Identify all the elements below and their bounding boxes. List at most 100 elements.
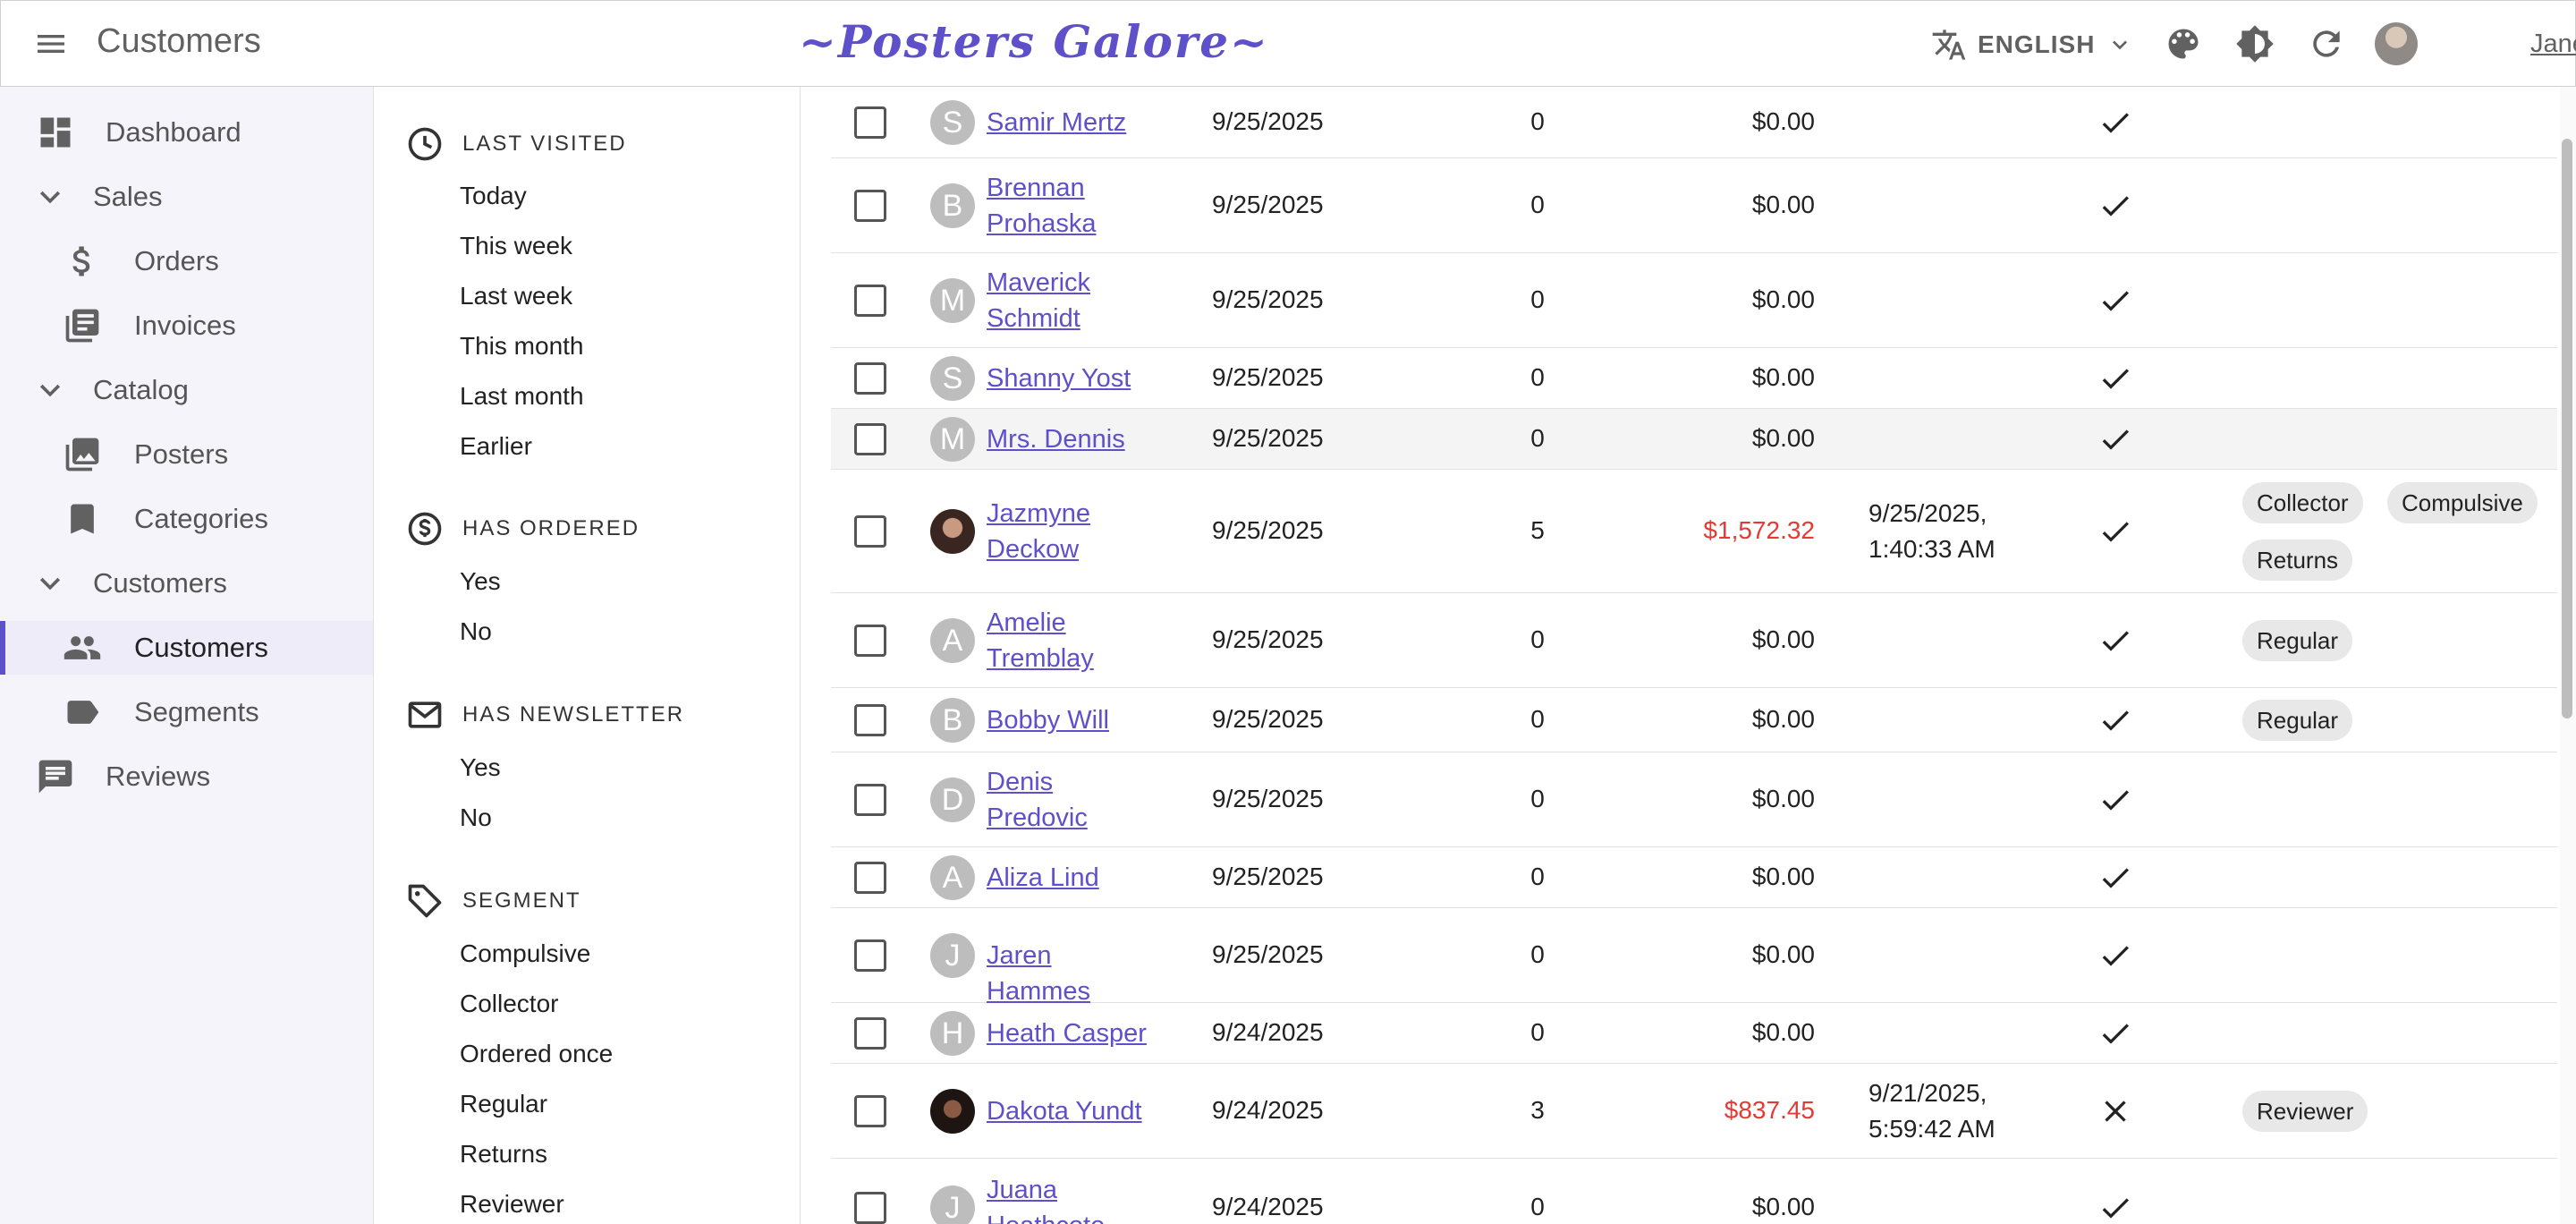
check-icon: [2097, 421, 2133, 457]
check-icon: [2097, 623, 2133, 659]
mail-icon: [405, 695, 445, 735]
toggle-dark-mode-button[interactable]: [2235, 24, 2275, 64]
table-row[interactable]: S Shanny Yost 9/25/2025 0 $0.00: [831, 348, 2557, 409]
filter-option-compulsive[interactable]: Compulsive: [460, 939, 590, 968]
sidebar-item-customers[interactable]: Customers: [0, 621, 373, 675]
row-checkbox[interactable]: [854, 1017, 886, 1050]
sidebar-item-label: Invoices: [134, 310, 236, 341]
language-selector[interactable]: ENGLISH: [1931, 24, 2134, 65]
table-row[interactable]: J Jaren Hammes 9/25/2025 0 $0.00: [831, 908, 2557, 1006]
table-row[interactable]: A Aliza Lind 9/25/2025 0 $0.00: [831, 847, 2557, 908]
user-menu[interactable]: Jane Doe: [2375, 19, 2576, 69]
sidebar-group-customers[interactable]: Customers: [0, 557, 373, 610]
menu-button[interactable]: [31, 26, 71, 62]
customer-name-link[interactable]: Jaren Hammes: [987, 938, 1148, 1009]
sidebar-group-catalog[interactable]: Catalog: [0, 363, 373, 417]
check-icon: [2097, 105, 2133, 140]
table-row[interactable]: M Mrs. Dennis 9/25/2025 0 $0.00: [831, 409, 2557, 470]
customer-name-link[interactable]: Amelie Tremblay: [987, 605, 1148, 676]
row-checkbox[interactable]: [854, 704, 886, 736]
filter-heading-label: HAS ORDERED: [462, 516, 640, 540]
customer-name-link[interactable]: Maverick Schmidt: [987, 265, 1148, 336]
table-row[interactable]: S Samir Mertz 9/25/2025 0 $0.00: [831, 87, 2557, 158]
filter-option-this-month[interactable]: This month: [460, 332, 584, 361]
sidebar-item-posters[interactable]: Posters: [0, 428, 373, 481]
table-row[interactable]: M Maverick Schmidt 9/25/2025 0 $0.00: [831, 253, 2557, 348]
sidebar-item-invoices[interactable]: Invoices: [0, 299, 373, 353]
customer-name-link[interactable]: Jazmyne Deckow: [987, 496, 1148, 567]
last-seen-cell: 9/21/2025, 5:59:42 AM: [1868, 1079, 1996, 1143]
row-checkbox[interactable]: [854, 862, 886, 894]
refresh-icon: [2313, 30, 2340, 57]
filter-option-newsletter-yes[interactable]: Yes: [460, 753, 501, 782]
check-icon: [2097, 514, 2133, 549]
sidebar-group-sales[interactable]: Sales: [0, 170, 373, 224]
customer-name-link[interactable]: Shanny Yost: [987, 361, 1148, 396]
filter-option-reviewer[interactable]: Reviewer: [460, 1190, 564, 1219]
customer-name-link[interactable]: Dakota Yundt: [987, 1093, 1148, 1129]
row-checkbox[interactable]: [854, 1192, 886, 1224]
total-spent-cell: $0.00: [1751, 191, 1815, 218]
row-checkbox[interactable]: [854, 939, 886, 972]
customer-name-link[interactable]: Mrs. Dennis: [987, 421, 1148, 457]
table-row[interactable]: D Denis Predovic 9/25/2025 0 $0.00: [831, 752, 2557, 847]
row-checkbox[interactable]: [854, 106, 886, 139]
sidebar-item-label: Segments: [134, 696, 259, 727]
avatar: M: [930, 417, 975, 462]
row-checkbox[interactable]: [854, 423, 886, 455]
row-checkbox[interactable]: [854, 362, 886, 395]
filter-option-today[interactable]: Today: [460, 182, 527, 210]
table-row[interactable]: B Bobby Will 9/25/2025 0 $0.00 Regular: [831, 688, 2557, 752]
theme-palette-button[interactable]: [2164, 24, 2203, 64]
row-checkbox[interactable]: [854, 285, 886, 317]
row-checkbox[interactable]: [854, 784, 886, 816]
row-checkbox[interactable]: [854, 625, 886, 657]
check-icon: [2097, 938, 2133, 973]
filter-option-regular[interactable]: Regular: [460, 1090, 547, 1118]
table-row[interactable]: J Juana Heathcote 9/24/2025 0 $0.00: [831, 1159, 2557, 1224]
sidebar-item-categories[interactable]: Categories: [0, 492, 373, 546]
filter-option-last-week[interactable]: Last week: [460, 282, 572, 310]
filter-option-newsletter-no[interactable]: No: [460, 803, 492, 832]
filter-option-ordered-no[interactable]: No: [460, 617, 492, 646]
total-spent-cell: $0.00: [1751, 625, 1815, 653]
filter-option-this-week[interactable]: This week: [460, 232, 572, 260]
table-row[interactable]: Dakota Yundt 9/24/2025 3 $837.45 9/21/2025, …: [831, 1064, 2557, 1159]
sidebar-item-reviews[interactable]: Reviews: [0, 750, 373, 803]
total-spent-cell: $837.45: [1724, 1096, 1815, 1124]
table-row[interactable]: B Brennan Prohaska 9/25/2025 0 $0.00: [831, 158, 2557, 253]
customer-name-link[interactable]: Bobby Will: [987, 702, 1148, 738]
table-row[interactable]: A Amelie Tremblay 9/25/2025 0 $0.00 Regular: [831, 593, 2557, 688]
sidebar-item-dashboard[interactable]: Dashboard: [0, 106, 373, 159]
last-seen-date-cell: 9/25/2025: [1212, 107, 1324, 135]
avatar: B: [930, 698, 975, 743]
sidebar-item-segments[interactable]: Segments: [0, 685, 373, 739]
customer-name-link[interactable]: Denis Predovic: [987, 764, 1148, 836]
last-seen-date-cell: 9/25/2025: [1212, 516, 1324, 544]
row-checkbox[interactable]: [854, 1095, 886, 1127]
customer-name-link[interactable]: Aliza Lind: [987, 860, 1148, 896]
bookmark-icon: [63, 499, 102, 539]
row-checkbox[interactable]: [854, 515, 886, 548]
filter-heading-last-visited: LAST VISITED: [405, 124, 627, 164]
scrollbar-thumb[interactable]: [2562, 139, 2572, 718]
filter-option-ordered-yes[interactable]: Yes: [460, 567, 501, 596]
last-seen-date-cell: 9/25/2025: [1212, 863, 1324, 890]
customer-name-link[interactable]: Samir Mertz: [987, 105, 1148, 140]
orders-count-cell: 0: [1530, 863, 1545, 890]
customer-name-link[interactable]: Heath Casper: [987, 1016, 1148, 1051]
filter-option-ordered-once[interactable]: Ordered once: [460, 1040, 613, 1068]
table-row[interactable]: Jazmyne Deckow 9/25/2025 5 $1,572.32 9/25/20…: [831, 470, 2557, 593]
last-seen-date-cell: 9/24/2025: [1212, 1018, 1324, 1046]
filter-option-collector[interactable]: Collector: [460, 990, 558, 1018]
customer-name-link[interactable]: Brennan Prohaska: [987, 170, 1148, 242]
people-icon: [63, 628, 102, 667]
filter-option-last-month[interactable]: Last month: [460, 382, 584, 411]
table-row[interactable]: H Heath Casper 9/24/2025 0 $0.00: [831, 1003, 2557, 1064]
filter-option-returns[interactable]: Returns: [460, 1140, 547, 1169]
filter-option-earlier[interactable]: Earlier: [460, 432, 532, 461]
customer-name-link[interactable]: Juana Heathcote: [987, 1172, 1148, 1224]
refresh-button[interactable]: [2307, 24, 2346, 64]
sidebar-item-orders[interactable]: Orders: [0, 234, 373, 288]
row-checkbox[interactable]: [854, 190, 886, 222]
